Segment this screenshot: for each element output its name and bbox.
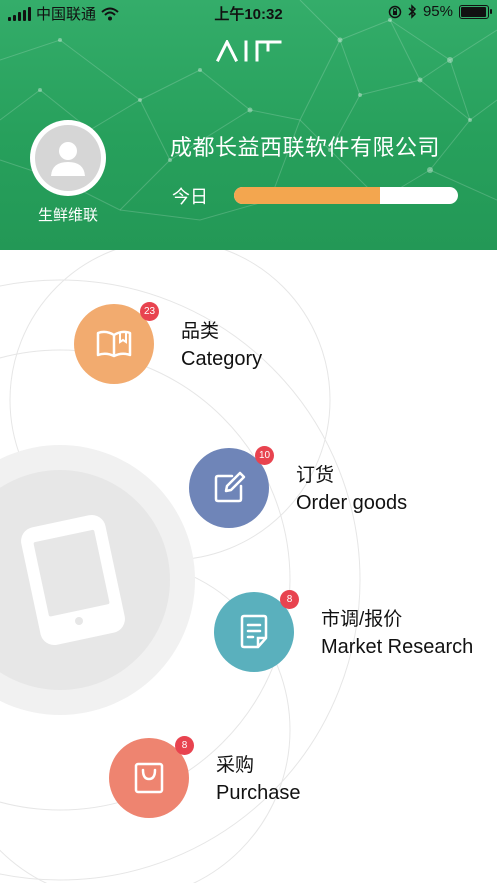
edit-icon: [214, 471, 246, 503]
order-goods-badge: 10: [255, 446, 275, 465]
purchase-badge: 8: [175, 736, 194, 755]
category-label-cn: 品类: [181, 321, 220, 342]
purchase-label-en: Purchase: [216, 782, 301, 804]
category-label-en: Category: [181, 348, 263, 370]
battery-percent: 95%: [422, 3, 453, 20]
avatar-name: 生鲜维联: [37, 207, 98, 224]
avatar[interactable]: [30, 120, 106, 196]
header: 中国联通 上午10:32 95% 生鲜维联 成都长益西联软件有限公司 今日: [0, 0, 497, 250]
today-progress-bar: [234, 187, 458, 204]
company-name: 成都长益西联软件有限公司: [170, 135, 441, 160]
rotation-lock-icon: [388, 5, 402, 18]
logo: [216, 40, 282, 62]
order-goods-label-en: Order goods: [296, 492, 408, 514]
document-icon: [240, 614, 268, 649]
shopping-bag-icon: [134, 762, 164, 794]
book-icon: [96, 330, 132, 358]
today-progress-fill: [234, 187, 380, 204]
user-icon: [51, 142, 85, 176]
market-research-label-en: Market Research: [321, 636, 474, 658]
order-goods-label-cn: 订货: [296, 465, 335, 486]
market-research-badge: 8: [280, 590, 299, 609]
purchase-label-cn: 采购: [216, 755, 255, 776]
market-research-label-cn: 市调/报价: [321, 609, 403, 630]
today-label: 今日: [172, 187, 208, 207]
bluetooth-icon: [408, 4, 417, 19]
status-bar: 中国联通 上午10:32 95%: [0, 0, 497, 26]
category-badge: 23: [140, 302, 160, 321]
battery-icon: [459, 4, 492, 19]
